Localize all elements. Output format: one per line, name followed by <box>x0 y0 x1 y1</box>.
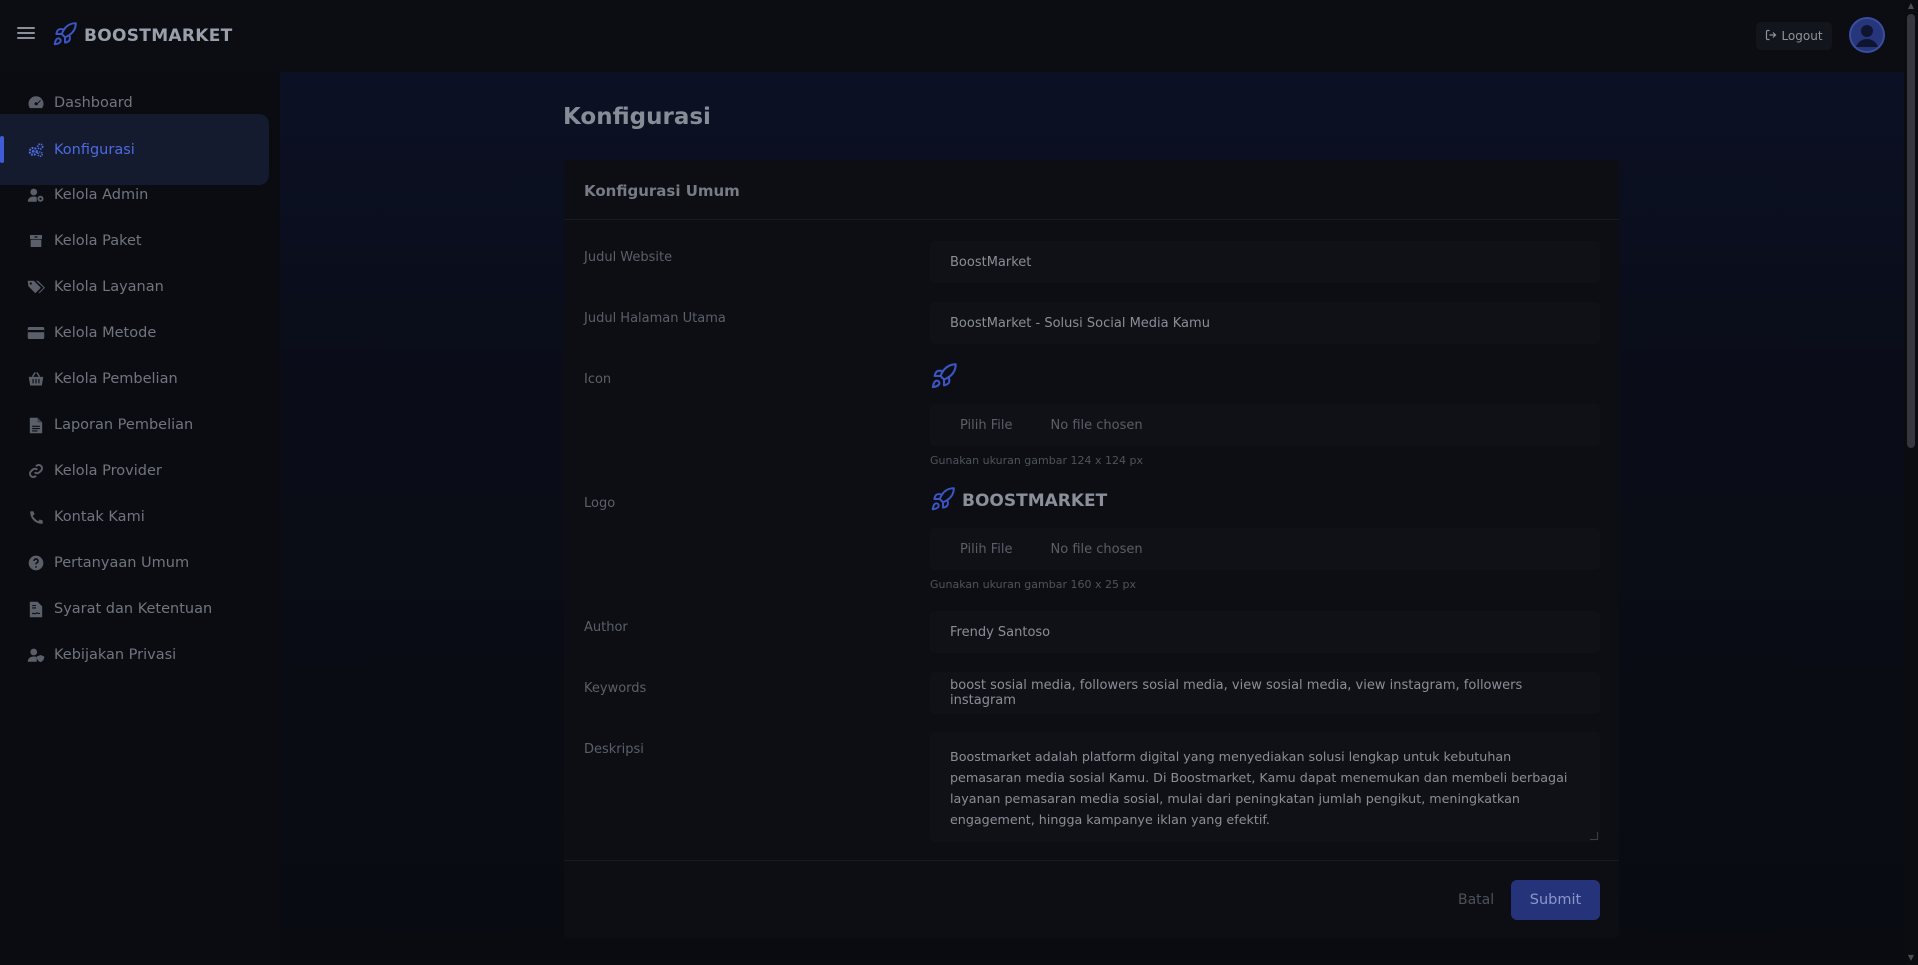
credit-card-icon <box>27 324 45 342</box>
icon-file-input[interactable]: Pilih File No file chosen <box>930 404 1600 446</box>
logout-label: Logout <box>1781 29 1823 43</box>
cancel-button[interactable]: Batal <box>1458 892 1494 908</box>
top-bar: BOOSTMARKET Logout <box>0 0 1904 72</box>
sidebar-item-label: Kelola Provider <box>54 463 162 479</box>
scroll-up-arrow-icon[interactable]: ▲ <box>1907 2 1915 10</box>
sidebar-item-kelola-pembelian[interactable]: Kelola Pembelian <box>0 359 269 399</box>
logo-preview-text: BOOSTMARKET <box>962 491 1108 511</box>
card-footer-divider <box>564 860 1619 861</box>
sidebar-item-label: Kelola Paket <box>54 233 142 249</box>
logo-file-status: No file chosen <box>1050 541 1143 557</box>
sign-out-icon <box>1765 29 1777 44</box>
sidebar-item-label: Dashboard <box>54 95 133 111</box>
file-icon <box>27 416 45 434</box>
sidebar-item-label: Konfigurasi <box>54 141 135 158</box>
author-label: Author <box>584 620 628 635</box>
deskripsi-text: Boostmarket adalah platform digital yang… <box>950 749 1568 827</box>
user-avatar[interactable] <box>1849 17 1885 53</box>
scrollbar-thumb[interactable] <box>1907 14 1915 448</box>
box-icon <box>27 232 45 250</box>
user-gear-icon <box>27 186 45 204</box>
judul-halaman-label: Judul Halaman Utama <box>584 311 726 326</box>
phone-icon <box>27 508 45 526</box>
sidebar-item-label: Kelola Admin <box>54 187 149 203</box>
sidebar-item-label: Kelola Pembelian <box>54 371 178 387</box>
sidebar-item-pertanyaan-umum[interactable]: Pertanyaan Umum <box>0 543 269 583</box>
gauge-icon <box>27 94 45 112</box>
rocket-icon <box>930 486 956 516</box>
tags-icon <box>27 278 45 296</box>
sidebar-item-kontak-kami[interactable]: Kontak Kami <box>0 497 269 537</box>
sidebar-item-laporan-pembelian[interactable]: Laporan Pembelian <box>0 405 269 445</box>
logo-file-input[interactable]: Pilih File No file chosen <box>930 528 1600 570</box>
logout-button[interactable]: Logout <box>1756 22 1832 50</box>
deskripsi-textarea[interactable]: Boostmarket adalah platform digital yang… <box>930 732 1600 842</box>
icon-file-status: No file chosen <box>1050 417 1143 433</box>
sidebar-item-kebijakan-privasi[interactable]: Kebijakan Privasi <box>0 635 269 675</box>
logo-label: Logo <box>584 496 616 511</box>
keywords-input[interactable]: boost sosial media, followers sosial med… <box>930 672 1600 714</box>
author-input[interactable]: Frendy Santoso <box>930 611 1600 653</box>
basket-icon <box>27 370 45 388</box>
sidebar-item-label: Kelola Metode <box>54 325 157 341</box>
sidebar-item-label: Kontak Kami <box>54 509 145 525</box>
file-contract-icon <box>27 600 45 618</box>
judul-website-input[interactable]: BoostMarket <box>930 241 1600 283</box>
submit-button[interactable]: Submit <box>1511 880 1600 920</box>
deskripsi-label: Deskripsi <box>584 742 644 757</box>
judul-halaman-input[interactable]: BoostMarket - Solusi Social Media Kamu <box>930 302 1600 344</box>
keywords-label: Keywords <box>584 681 647 696</box>
logo-file-button[interactable]: Pilih File <box>960 542 1013 557</box>
logo-size-hint: Gunakan ukuran gambar 160 x 25 px <box>930 578 1136 591</box>
sidebar-item-label: Laporan Pembelian <box>54 417 194 433</box>
card-title: Konfigurasi Umum <box>584 182 740 200</box>
logo-preview: BOOSTMARKET <box>930 486 1107 516</box>
gears-icon <box>27 141 45 159</box>
rocket-icon <box>52 21 78 51</box>
page-scrollbar[interactable]: ▲ ▼ <box>1904 0 1918 965</box>
user-shield-icon <box>27 646 45 664</box>
user-avatar-icon <box>1849 17 1885 53</box>
resize-handle[interactable] <box>1590 832 1598 840</box>
page-title: Konfigurasi <box>563 104 711 130</box>
hamburger-menu-icon[interactable] <box>16 24 36 44</box>
sidebar-item-label: Pertanyaan Umum <box>54 555 190 571</box>
icon-file-button[interactable]: Pilih File <box>960 418 1013 433</box>
rocket-icon <box>930 363 958 394</box>
sidebar-item-label: Kelola Layanan <box>54 279 164 295</box>
sidebar-item-label: Kebijakan Privasi <box>54 647 177 663</box>
icon-label: Icon <box>584 372 612 387</box>
sidebar-item-kelola-admin[interactable]: Kelola Admin <box>0 175 269 215</box>
question-circle-icon <box>27 554 45 572</box>
sidebar-item-kelola-layanan[interactable]: Kelola Layanan <box>0 267 269 307</box>
brand-name: BOOSTMARKET <box>84 26 233 46</box>
sidebar-item-kelola-paket[interactable]: Kelola Paket <box>0 221 269 261</box>
judul-website-label: Judul Website <box>584 250 673 265</box>
card-header: Konfigurasi Umum <box>564 160 1619 220</box>
sidebar-item-syarat-ketentuan[interactable]: Syarat dan Ketentuan <box>0 589 269 629</box>
icon-preview <box>930 362 958 394</box>
sidebar-item-kelola-metode[interactable]: Kelola Metode <box>0 313 269 353</box>
brand-logo[interactable]: BOOSTMARKET <box>52 21 233 51</box>
icon-size-hint: Gunakan ukuran gambar 124 x 124 px <box>930 454 1143 467</box>
scroll-down-arrow-icon[interactable]: ▼ <box>1907 954 1915 962</box>
sidebar-item-kelola-provider[interactable]: Kelola Provider <box>0 451 269 491</box>
sidebar-item-label: Syarat dan Ketentuan <box>54 601 213 617</box>
link-icon <box>27 462 45 480</box>
